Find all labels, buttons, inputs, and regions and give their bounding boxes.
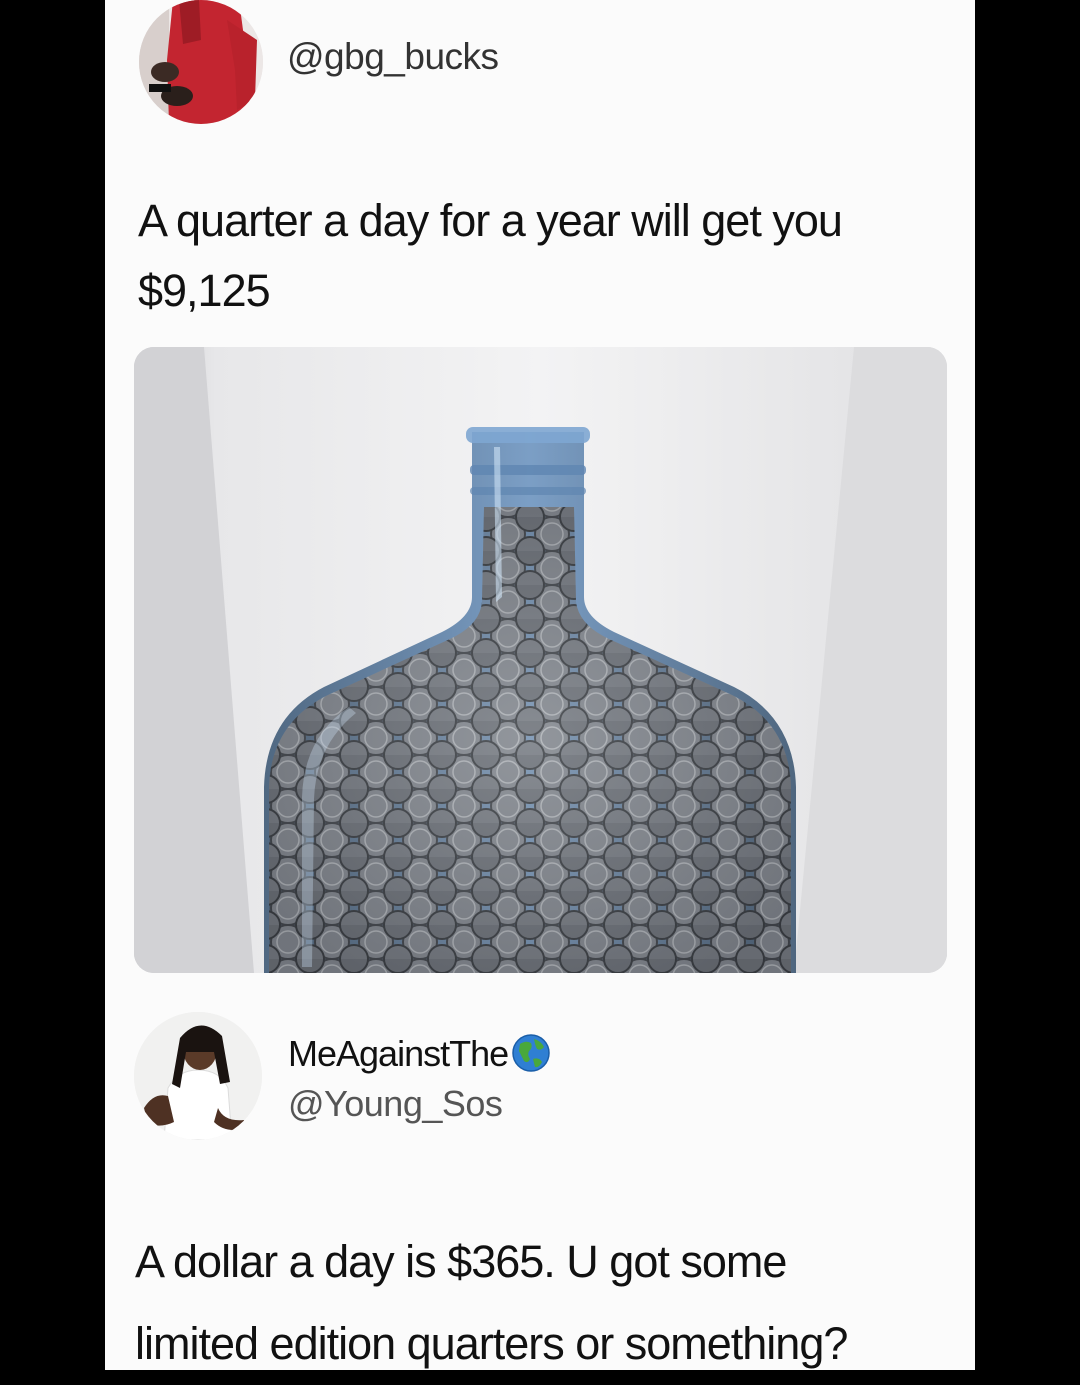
tweet-text: A quarter a day for a year will get you … (138, 186, 958, 326)
water-jug-full-of-quarters-photo (134, 347, 947, 973)
tweet-photo[interactable] (134, 347, 947, 973)
meme-sheet: @gbg_bucks A quarter a day for a year wi… (105, 0, 975, 1370)
tweet-text-line: A quarter a day for a year will get you (138, 195, 843, 246)
reply-author-handle[interactable]: @Young_Sos (288, 1083, 503, 1125)
reply-display-name-text: MeAgainstThe (288, 1033, 509, 1074)
reply-text: A dollar a day is $365. U got some limit… (135, 1221, 970, 1385)
reply-text-line: limited edition quarters or something? (135, 1318, 848, 1369)
tweet-text-line: $9,125 (138, 265, 271, 316)
gbg-bucks-avatar[interactable] (139, 0, 263, 124)
tweet-author-handle[interactable]: @gbg_bucks (287, 36, 499, 78)
reply-display-name[interactable]: MeAgainstThe (288, 1033, 551, 1075)
reply-text-line: A dollar a day is $365. U got some (135, 1236, 787, 1287)
young-sos-avatar[interactable] (134, 1012, 262, 1140)
globe-americas-icon (512, 1034, 550, 1072)
